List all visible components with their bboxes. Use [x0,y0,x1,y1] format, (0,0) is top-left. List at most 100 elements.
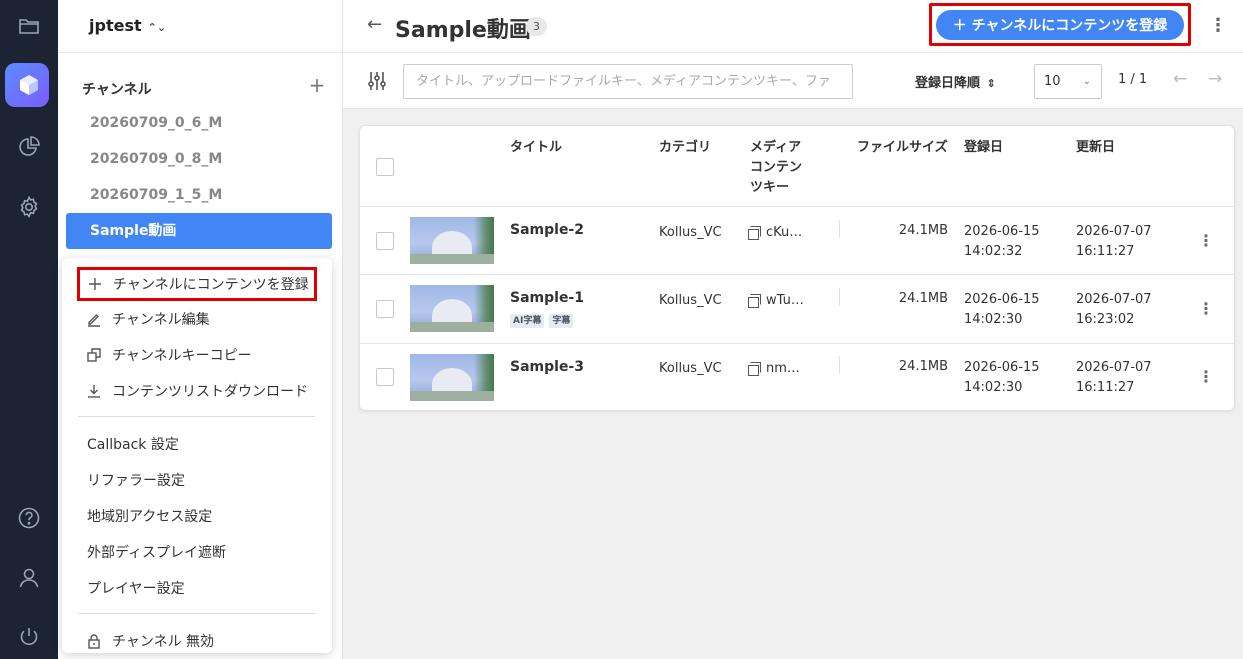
count-badge: 3 [526,17,547,36]
row-file-size: 24.1MB [898,359,948,374]
highlight-frame: ＋ チャンネルにコンテンツを登録 [929,3,1191,46]
row-created-time: 14:02:32 [964,244,1023,259]
row-category: Kollus_VC [659,361,722,376]
row-tags: AI字幕 字幕 [510,311,578,328]
menu-item-copy-channel-key[interactable]: チャンネルキーコピー [62,337,332,373]
lock-icon [82,633,106,649]
row-media-key[interactable]: wTu… [748,291,804,311]
user-icon[interactable] [0,556,58,600]
menu-item-register-content[interactable]: チャンネルにコンテンツを登録 [77,267,317,301]
prev-page-icon[interactable]: ← [1173,69,1187,89]
row-created-time: 14:02:30 [964,380,1023,395]
chevron-down-icon: ⌄ [1082,76,1091,87]
page-size-value: 10 [1044,74,1061,89]
menu-item-player-settings[interactable]: プレイヤー設定 [62,570,332,606]
row-more-icon[interactable]: ⋮ [1198,230,1214,252]
menu-item-download-list[interactable]: コンテンツリストダウンロード [62,373,332,409]
row-updated-time: 16:11:27 [1076,244,1135,259]
row-file-size: 24.1MB [898,223,948,238]
sort-label: 登録日降順 [915,76,981,91]
next-page-icon[interactable]: → [1208,69,1222,89]
updown-caret-icon: ⌃⌄ [147,21,167,34]
row-created-date: 2026-06-15 [964,292,1040,307]
sort-caret-icon: ⇕ [986,77,996,90]
tag-ai-subtitle: AI字幕 [510,314,545,328]
media-key-value: nm… [766,361,800,376]
menu-divider [78,416,315,417]
page-indicator: 1 / 1 [1118,72,1148,87]
row-updated-date: 2026-07-07 [1076,224,1152,239]
select-all-checkbox[interactable] [376,158,394,176]
row-media-key[interactable]: nm… [748,359,800,379]
search-input[interactable] [403,64,853,99]
row-created-time: 14:02:30 [964,312,1023,327]
power-icon[interactable] [0,615,58,659]
help-icon[interactable] [0,496,58,540]
menu-item-callback-settings[interactable]: Callback 設定 [62,426,332,462]
gear-icon[interactable] [0,185,58,229]
cell-separator [839,356,840,374]
video-thumbnail[interactable] [410,354,494,401]
menu-divider [78,613,315,614]
row-title[interactable]: Sample-2 [510,220,584,240]
icon-rail [0,0,58,659]
pie-chart-icon[interactable] [0,125,58,169]
row-divider [360,274,1234,275]
sort-dropdown[interactable]: 登録日降順 ⇕ [915,72,996,91]
sidebar-item-channel-active[interactable]: Sample動画 [66,213,332,249]
pencil-icon [82,311,106,327]
row-more-icon[interactable]: ⋮ [1198,298,1214,320]
cell-separator [839,220,840,238]
menu-item-edit-channel[interactable]: チャンネル編集 [62,301,332,337]
media-key-value: cKu… [766,225,803,240]
video-thumbnail[interactable] [410,217,494,264]
content-table: タイトル カテゴリ メディア コンテン ツキー ファイルサイズ 登録日 更新日 … [359,125,1235,411]
column-header-created[interactable]: 登録日 [964,138,1003,158]
row-created-date: 2026-06-15 [964,224,1040,239]
row-divider [360,343,1234,344]
row-checkbox[interactable] [376,232,394,250]
workspace-header: jptest ⌃⌄ [58,0,342,53]
row-category: Kollus_VC [659,225,722,240]
page-size-select[interactable]: 10 ⌄ [1034,64,1102,99]
channel-section-label: チャンネル [82,82,152,98]
menu-item-label: チャンネル編集 [112,312,210,328]
workspace-name: jptest [89,16,142,35]
row-media-key[interactable]: cKu… [748,223,803,243]
cube-icon[interactable] [0,63,58,107]
sidebar-item-channel[interactable]: 20260709_0_6_M [66,105,332,141]
row-created-date: 2026-06-15 [964,360,1040,375]
register-content-button[interactable]: ＋ チャンネルにコンテンツを登録 [936,10,1184,40]
column-header-media-key[interactable]: メディア コンテン ツキー [750,138,802,198]
row-updated-time: 16:23:02 [1076,312,1135,327]
column-header-updated[interactable]: 更新日 [1076,138,1115,158]
menu-item-region-access[interactable]: 地域別アクセス設定 [62,498,332,534]
row-checkbox[interactable] [376,368,394,386]
row-title[interactable]: Sample-3 [510,357,584,377]
video-thumbnail[interactable] [410,285,494,332]
copy-icon [748,226,761,240]
menu-item-disable-channel[interactable]: チャンネル 無効 [62,623,332,653]
column-header-category[interactable]: カテゴリ [659,138,711,158]
download-icon [82,383,106,399]
row-file-size: 24.1MB [898,291,948,306]
sidebar-item-channel[interactable]: 20260709_0_8_M [66,141,332,177]
filter-sliders-icon[interactable] [365,69,389,93]
page-title: Sample動画 [395,18,531,43]
add-channel-icon[interactable]: + [306,74,328,96]
column-header-file-size[interactable]: ファイルサイズ [857,138,948,158]
back-arrow-icon[interactable]: ← [367,14,387,36]
menu-item-label: チャンネルキーコピー [112,348,252,364]
row-title[interactable]: Sample-1 [510,288,584,308]
column-header-title[interactable]: タイトル [510,138,562,158]
folder-icon[interactable] [0,4,58,48]
menu-item-referrer-settings[interactable]: リファラー設定 [62,462,332,498]
channel-context-menu: チャンネルにコンテンツを登録 チャンネル編集 チャンネルキーコピー コンテンツリ… [62,258,332,653]
row-more-icon[interactable]: ⋮ [1198,366,1214,388]
row-category: Kollus_VC [659,293,722,308]
sidebar-item-channel[interactable]: 20260709_1_5_M [66,177,332,213]
menu-item-external-display[interactable]: 外部ディスプレイ遮断 [62,534,332,570]
more-options-icon[interactable]: ⋮ [1209,14,1227,38]
row-checkbox[interactable] [376,300,394,318]
workspace-switcher[interactable]: jptest ⌃⌄ [89,16,166,35]
